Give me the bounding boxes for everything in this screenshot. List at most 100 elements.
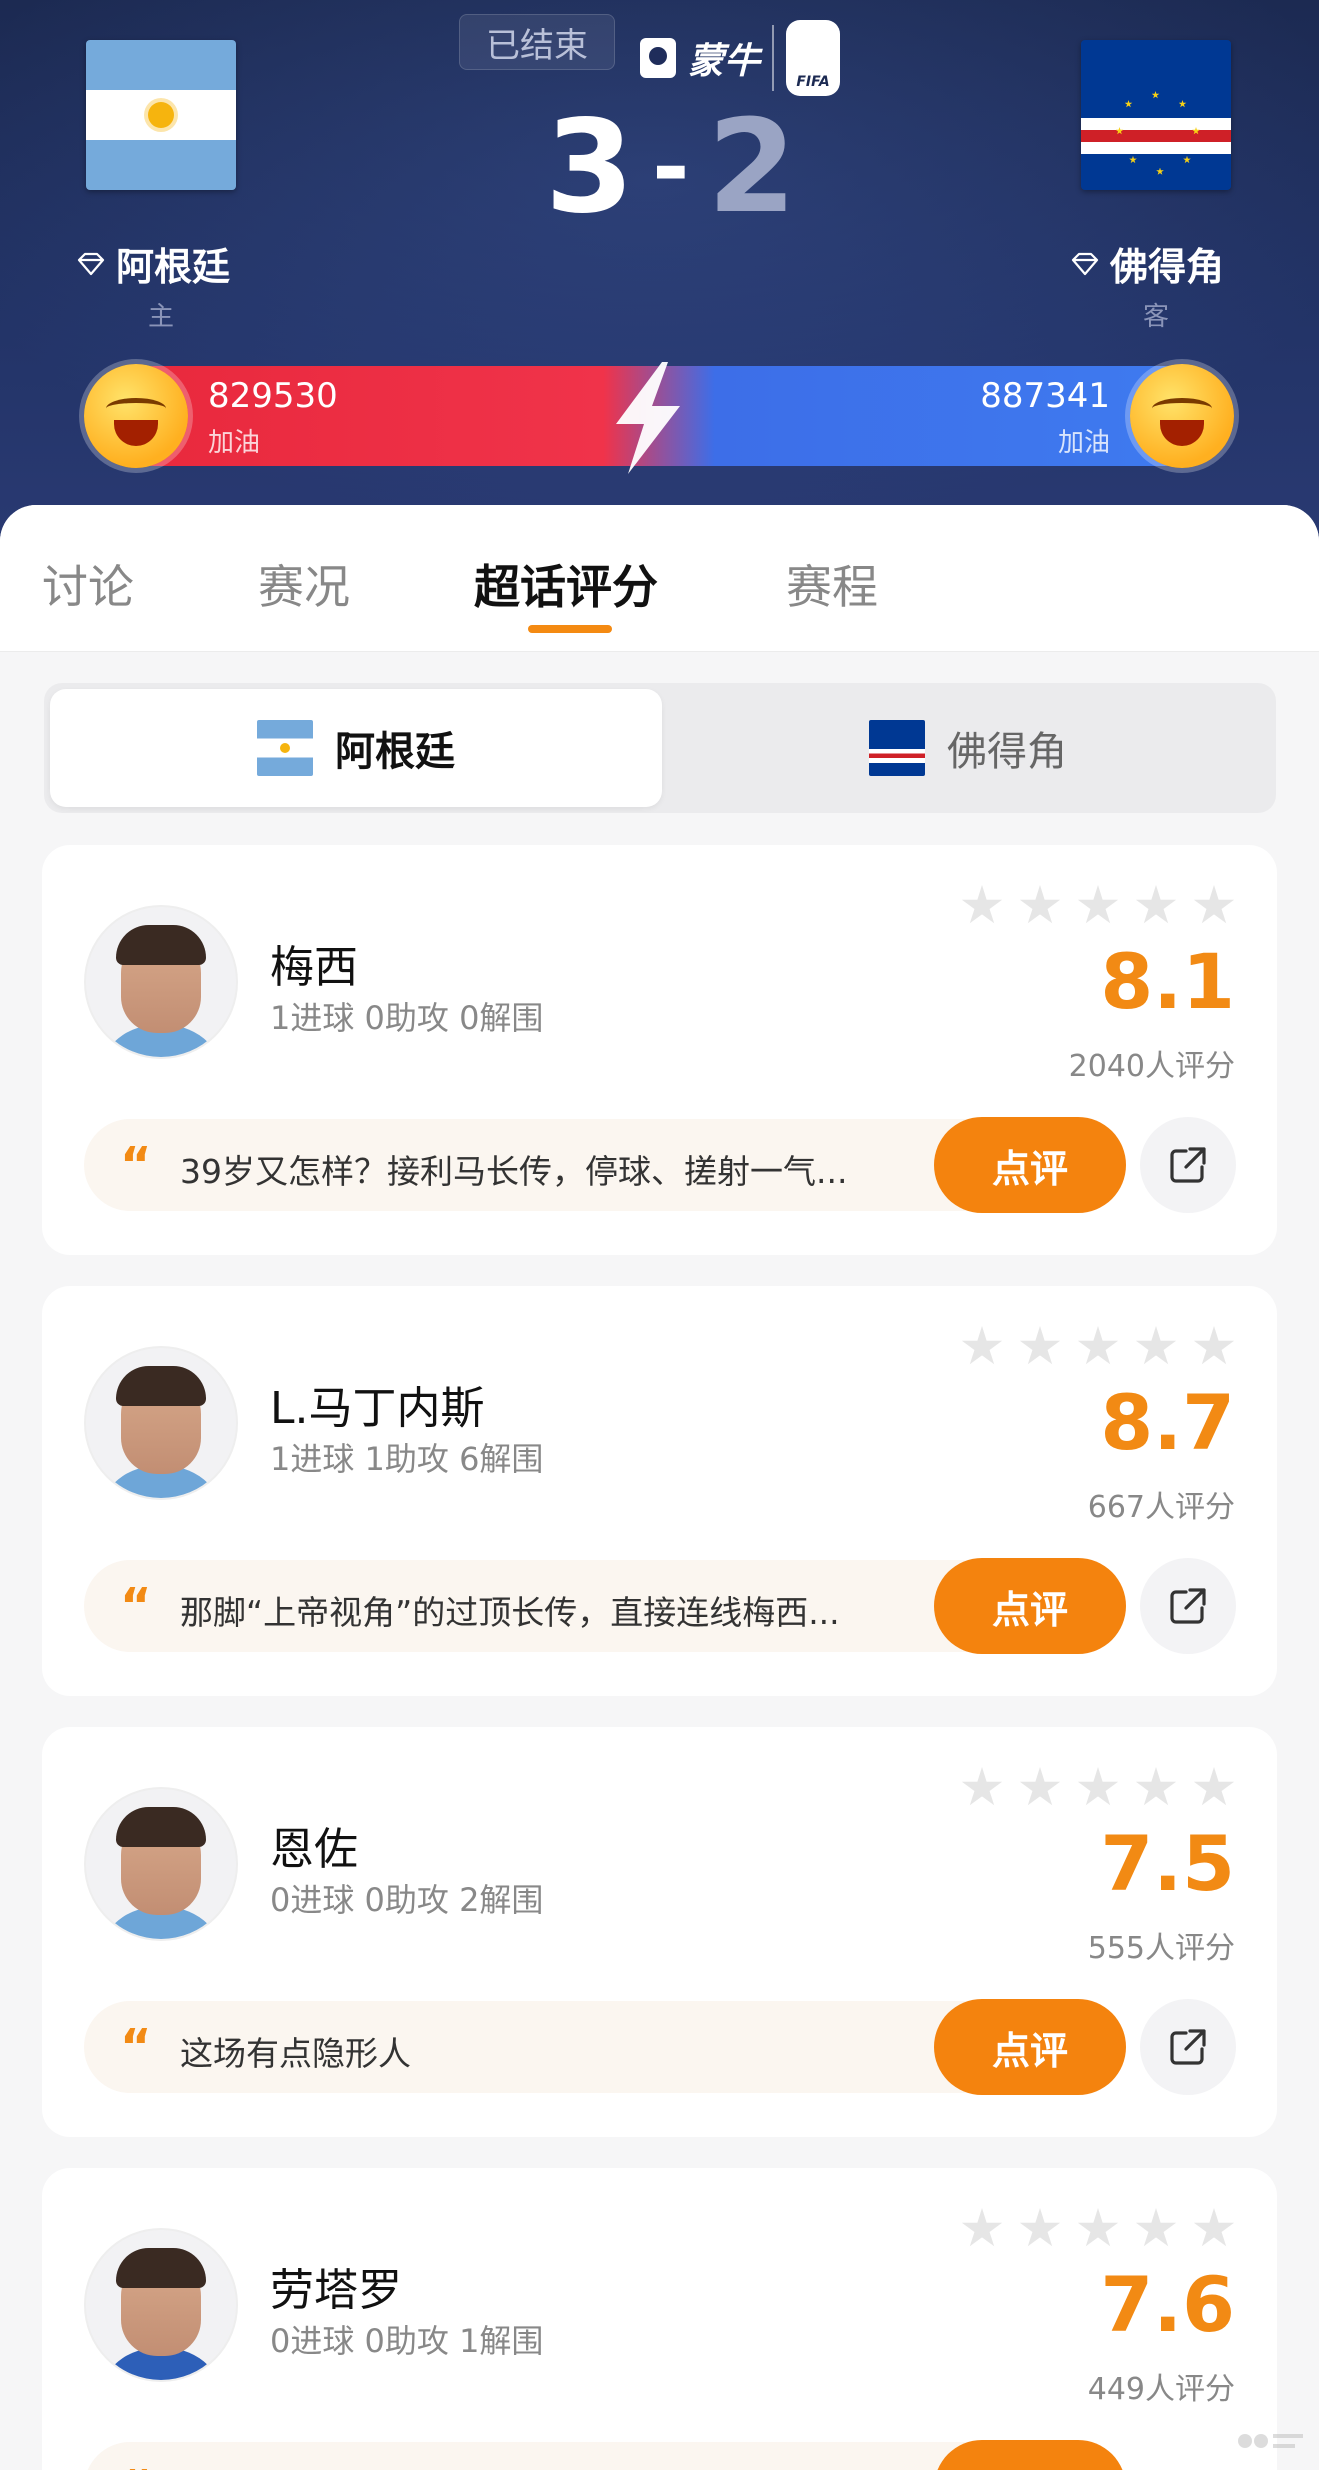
away-flag (1081, 40, 1231, 190)
star-icon[interactable] (1077, 1767, 1119, 1806)
player-rating: 7.5 (1100, 1819, 1235, 1908)
quote-icon: “ (120, 2019, 152, 2075)
mengniu-logo-icon (640, 38, 676, 78)
player-rating: 8.1 (1100, 937, 1235, 1026)
player-card[interactable]: 劳塔罗 0进球 0助攻 1解围 7.6 449人评分 “ 点评 (42, 2168, 1277, 2470)
player-card[interactable]: 恩佐 0进球 0助攻 2解围 7.5 555人评分 “ 这场有点隐形人 点评 (42, 1727, 1277, 2137)
comment-text: 那脚“上帝视角”的过顶长传，直接连线梅西... (180, 1593, 840, 1632)
rating-stars[interactable] (961, 885, 1235, 927)
review-button[interactable]: 点评 (934, 1558, 1126, 1654)
player-stats: 1进球 1助攻 6解围 (270, 1440, 544, 1478)
tab-bar: 讨论 赛况 超话评分 赛程 (0, 505, 1319, 652)
tab-schedule[interactable]: 赛程 (786, 551, 878, 617)
star-icon[interactable] (1077, 1326, 1119, 1365)
review-button[interactable]: 点评 (934, 1999, 1126, 2095)
content-panel: 讨论 赛况 超话评分 赛程 阿根廷 佛得角 梅西 1进球 0助攻 0解围 8.1… (0, 505, 1319, 2470)
rating-count: 2040人评分 (1068, 1049, 1235, 1084)
star-icon[interactable] (1019, 1326, 1061, 1365)
team-switch-home[interactable]: 阿根廷 (50, 689, 662, 807)
share-button[interactable] (1140, 1558, 1236, 1654)
argentina-flag-icon (257, 720, 313, 776)
scoreboard: 3 - 2 (545, 104, 796, 232)
diamond-icon (1071, 252, 1099, 275)
share-icon (1170, 1588, 1206, 1624)
player-stats: 0进球 0助攻 1解围 (270, 2322, 544, 2360)
share-icon (1170, 2029, 1206, 2065)
player-avatar[interactable] (84, 1346, 238, 1500)
away-team-role: 客 (1143, 302, 1170, 332)
star-icon[interactable] (1135, 885, 1177, 924)
comment-text: 这场有点隐形人 (180, 2034, 411, 2073)
star-icon[interactable] (1077, 2208, 1119, 2247)
rating-count: 667人评分 (1087, 1490, 1235, 1525)
player-avatar[interactable] (84, 1787, 238, 1941)
cheer-bar: 829530 加油 887341 加油 (84, 362, 1234, 474)
home-team-role: 主 (148, 302, 175, 332)
share-icon (1170, 1147, 1206, 1183)
star-icon[interactable] (1135, 2208, 1177, 2247)
player-name: 恩佐 (270, 1824, 358, 1875)
home-cheer-emoji-button[interactable] (84, 364, 188, 468)
cape-verde-flag-icon (869, 720, 925, 776)
home-team[interactable]: 阿根廷 (76, 236, 230, 291)
active-tab-indicator (528, 625, 612, 633)
star-icon[interactable] (1193, 1326, 1235, 1365)
rating-stars[interactable] (961, 1767, 1235, 1809)
star-icon[interactable] (1193, 1767, 1235, 1806)
rating-count: 449人评分 (1087, 2372, 1235, 2407)
star-icon[interactable] (1019, 1767, 1061, 1806)
star-icon[interactable] (961, 1767, 1003, 1806)
star-icon[interactable] (1193, 885, 1235, 924)
star-icon[interactable] (961, 885, 1003, 924)
player-rating: 7.6 (1100, 2260, 1235, 2349)
home-cheer-count: 829530 (208, 376, 338, 416)
team-switch-home-label: 阿根廷 (335, 729, 455, 775)
star-icon[interactable] (961, 2208, 1003, 2247)
player-rating: 8.7 (1100, 1378, 1235, 1467)
away-cheer-emoji-button[interactable] (1130, 364, 1234, 468)
review-button[interactable]: 点评 (934, 1117, 1126, 1213)
player-card[interactable]: L.马丁内斯 1进球 1助攻 6解围 8.7 667人评分 “ 那脚“上帝视角”… (42, 1286, 1277, 1696)
player-name: L.马丁内斯 (270, 1383, 485, 1434)
team-switch-away-label: 佛得角 (947, 729, 1067, 775)
fifa-logo-icon: FIFA (786, 20, 841, 96)
tab-discussion[interactable]: 讨论 (42, 551, 134, 617)
share-button[interactable] (1140, 1117, 1236, 1213)
tab-rating[interactable]: 超话评分 (474, 551, 658, 617)
player-card[interactable]: 梅西 1进球 0助攻 0解围 8.1 2040人评分 “ 39岁又怎样？接利马长… (42, 845, 1277, 1255)
score-separator: - (652, 115, 690, 220)
player-stats: 1进球 0助攻 0解围 (270, 999, 544, 1037)
away-cheer-count: 887341 (980, 376, 1110, 416)
team-switch-away[interactable]: 佛得角 (662, 689, 1274, 807)
star-icon[interactable] (1019, 885, 1061, 924)
match-status-badge: 已结束 (459, 14, 615, 70)
star-icon[interactable] (1135, 1767, 1177, 1806)
tab-match-status[interactable]: 赛况 (258, 551, 350, 617)
home-flag (86, 40, 236, 190)
star-icon[interactable] (1019, 2208, 1061, 2247)
away-cheer-label: 加油 (1057, 428, 1110, 458)
team-switch: 阿根廷 佛得角 (44, 683, 1276, 813)
sponsor-brand: 蒙牛 FIFA (640, 20, 841, 96)
star-icon[interactable] (961, 1326, 1003, 1365)
star-icon[interactable] (1135, 1326, 1177, 1365)
star-icon[interactable] (1193, 2208, 1235, 2247)
rating-stars[interactable] (961, 1326, 1235, 1368)
quote-icon: “ (120, 1578, 152, 1634)
rating-stars[interactable] (961, 2208, 1235, 2250)
home-team-name: 阿根廷 (116, 245, 231, 289)
lightning-icon (616, 362, 680, 474)
player-stats: 0进球 0助攻 2解围 (270, 1881, 544, 1919)
player-name: 劳塔罗 (270, 2265, 402, 2316)
quote-icon: “ (120, 1137, 152, 1193)
review-button[interactable]: 点评 (934, 2440, 1126, 2470)
player-avatar[interactable] (84, 2228, 238, 2382)
home-cheer-label: 加油 (208, 428, 261, 458)
share-button[interactable] (1140, 1999, 1236, 2095)
match-header: 已结束 蒙牛 FIFA 3 - 2 阿根廷 主 佛得角 客 829530 加油 … (0, 0, 1319, 560)
away-score: 2 (707, 93, 797, 242)
player-avatar[interactable] (84, 905, 238, 1059)
star-icon[interactable] (1077, 885, 1119, 924)
home-score: 3 (545, 93, 635, 242)
away-team[interactable]: 佛得角 (1070, 236, 1224, 291)
